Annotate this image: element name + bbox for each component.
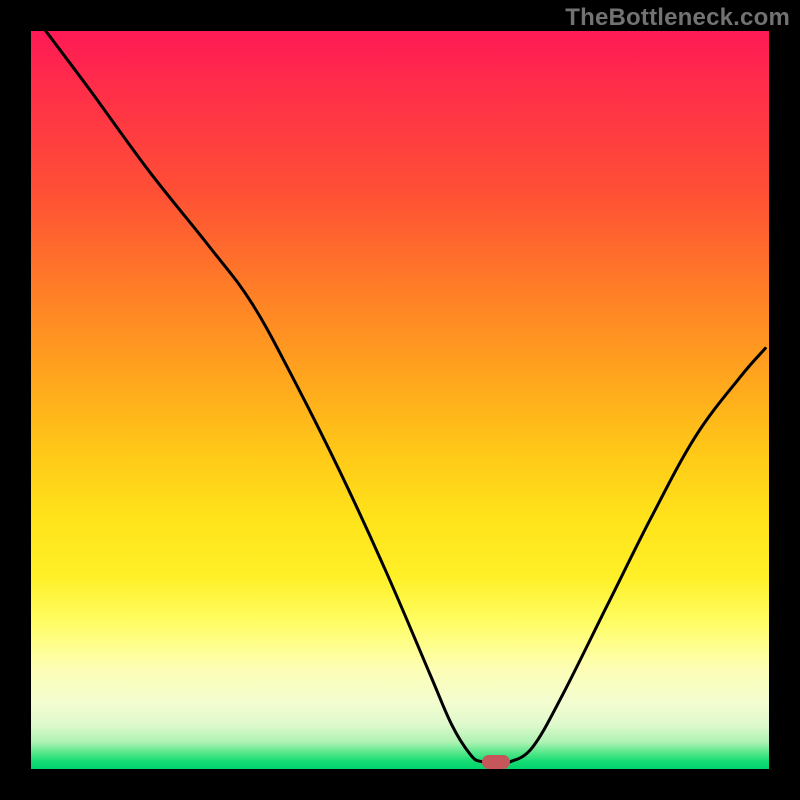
plot-area	[31, 31, 769, 769]
curve-path	[46, 31, 766, 763]
bottleneck-curve	[31, 31, 769, 769]
chart-frame: TheBottleneck.com	[0, 0, 800, 800]
optimum-marker	[482, 755, 510, 769]
watermark-text: TheBottleneck.com	[565, 4, 790, 32]
